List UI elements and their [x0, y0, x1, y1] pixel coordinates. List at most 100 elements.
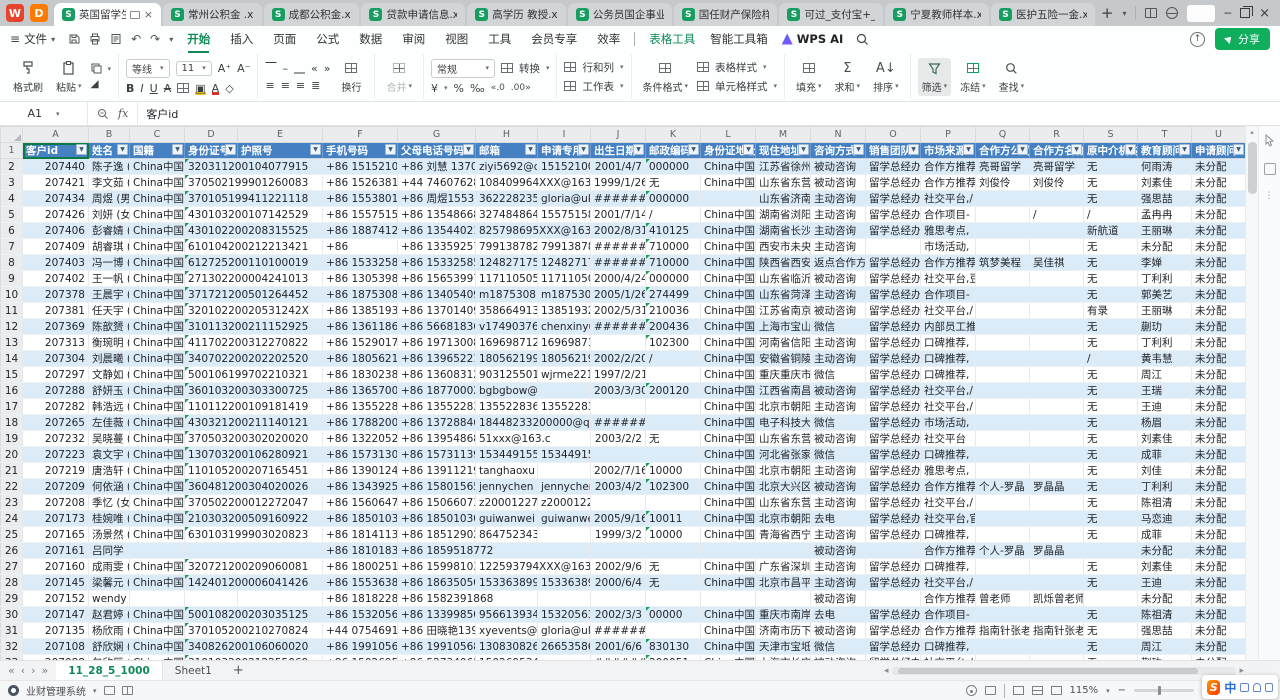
cell[interactable]: 207223	[23, 447, 89, 463]
cell[interactable]: 000000	[646, 271, 701, 287]
cell[interactable]: 主动咨询	[811, 223, 866, 239]
cell[interactable]: China中国	[130, 415, 185, 431]
align-center-icon[interactable]: ≡	[281, 79, 290, 92]
tab-table-tools[interactable]: 表格工具	[648, 27, 696, 51]
cell[interactable]	[591, 495, 646, 511]
row-header[interactable]: 23	[1, 495, 23, 511]
cell[interactable]: 社交平台,/	[921, 383, 976, 399]
cell[interactable]: 吕同学	[89, 543, 130, 559]
select-all-corner[interactable]	[1, 127, 23, 143]
cell[interactable]	[538, 543, 591, 559]
cell[interactable]: 未分配	[1192, 607, 1246, 623]
cell[interactable]: 刘晨曦 (女	[89, 351, 130, 367]
cell[interactable]: 271302200004241013	[185, 271, 323, 287]
cell[interactable]: 留学总经办	[866, 159, 921, 175]
cell[interactable]: 无	[1084, 255, 1138, 271]
cell[interactable]	[538, 527, 591, 543]
cell[interactable]: 151521001	[538, 159, 591, 175]
cell[interactable]	[976, 575, 1030, 591]
cell[interactable]: 丁利利	[1138, 479, 1192, 495]
filter-dropdown-button[interactable]: ▼	[76, 144, 87, 155]
cell[interactable]: gloria@uk	[538, 623, 591, 639]
cell[interactable]: 2002/2/20	[591, 351, 646, 367]
cell[interactable]: +86 1340540988	[398, 287, 476, 303]
cell[interactable]: China中国	[130, 287, 185, 303]
cell[interactable]: 153363899	[538, 575, 591, 591]
cell[interactable]: 刘素佳	[1138, 175, 1192, 191]
cell[interactable]: 孟冉冉	[1138, 207, 1192, 223]
cell[interactable]: 612725200110100019	[185, 255, 323, 271]
cell[interactable]: 110112200109181419	[185, 399, 323, 415]
cell[interactable]: 罗晶晶	[1030, 543, 1084, 559]
cell[interactable]: 未分配	[1192, 287, 1246, 303]
cell[interactable]: 合作方推荐	[921, 159, 976, 175]
copy-button[interactable]: ▾	[91, 63, 112, 74]
font-name-select[interactable]: 等线▾	[126, 59, 170, 78]
cell[interactable]: 留学总经办	[866, 575, 921, 591]
cell[interactable]	[756, 543, 811, 559]
cell[interactable]: 799138782	[538, 239, 591, 255]
cell[interactable]: 西安市未央	[756, 239, 811, 255]
row-header[interactable]: 21	[1, 463, 23, 479]
cell[interactable]: China中国	[701, 575, 756, 591]
cell[interactable]: 刘俊伶	[1030, 175, 1084, 191]
cell[interactable]: China中国	[130, 559, 185, 575]
cell[interactable]: 留学总经办	[866, 207, 921, 223]
filter-dropdown-button[interactable]: ▼	[1125, 144, 1136, 155]
cell[interactable]: 主动咨询	[811, 207, 866, 223]
chevron-down-icon[interactable]: ▾	[93, 687, 97, 695]
cell[interactable]: 留学总经办	[866, 639, 921, 655]
cell[interactable]: +86 15332585	[323, 255, 398, 271]
cell[interactable]: 2002/5/31	[591, 303, 646, 319]
cell[interactable]: 留学总经办	[866, 527, 921, 543]
cell[interactable]	[701, 191, 756, 207]
cell[interactable]: 主动咨询	[811, 351, 866, 367]
cell[interactable]: 合作方推荐	[921, 479, 976, 495]
cell[interactable]: 刘妍 (女)	[89, 207, 130, 223]
cell[interactable]: +86 1851290202	[398, 527, 476, 543]
cell[interactable]: 无	[1084, 527, 1138, 543]
cell[interactable]: +86 1877000215	[398, 383, 476, 399]
cell[interactable]: +86 18753080	[323, 287, 398, 303]
cell[interactable]: 135522836	[476, 399, 538, 415]
cell[interactable]: +86 18141137	[323, 527, 398, 543]
cell[interactable]	[646, 543, 701, 559]
cell[interactable]: 153449155	[538, 447, 591, 463]
cell[interactable]: 10000	[646, 463, 701, 479]
cell[interactable]: 无	[1084, 191, 1138, 207]
cell[interactable]: 微信	[811, 639, 866, 655]
cell[interactable]: 口碑推荐,	[921, 351, 976, 367]
cell[interactable]: 207219	[23, 463, 89, 479]
cell[interactable]: 马恋迪	[1138, 511, 1192, 527]
cell[interactable]: 有录	[1084, 303, 1138, 319]
vertical-scroll-thumb[interactable]	[1248, 142, 1257, 194]
cell[interactable]: 主动咨询	[811, 287, 866, 303]
cell[interactable]: 唐浩轩 (男	[89, 463, 130, 479]
cell[interactable]: 留学总经办	[866, 383, 921, 399]
cell[interactable]: 430103200107142529	[185, 207, 323, 223]
decrease-indent-icon[interactable]: «	[311, 62, 318, 75]
menu-item[interactable]: 数据	[358, 27, 383, 51]
cell[interactable]: 无	[1084, 239, 1138, 255]
zoom-slider[interactable]	[1134, 689, 1194, 692]
cell[interactable]: 筑梦美程	[976, 255, 1030, 271]
cell[interactable]	[1030, 303, 1084, 319]
cell[interactable]: 舒欣娴 (女	[89, 639, 130, 655]
col-header[interactable]: R	[1030, 127, 1084, 143]
cell[interactable]	[976, 271, 1030, 287]
cell[interactable]: 210036	[646, 303, 701, 319]
cell[interactable]: China中国	[701, 319, 756, 335]
cell[interactable]: +86 19910568	[323, 639, 398, 655]
cell[interactable]: China中国	[130, 479, 185, 495]
cell[interactable]: 左佳薇 (女	[89, 415, 130, 431]
cell[interactable]: 122593794XXX@163.	[476, 559, 591, 575]
cell[interactable]: 社交平台,豆	[921, 271, 976, 287]
cell[interactable]: +86 刘慧 137052	[398, 159, 476, 175]
cell[interactable]: 未分配	[1192, 415, 1246, 431]
cell[interactable]	[238, 591, 323, 607]
col-header[interactable]: K	[646, 127, 701, 143]
cell[interactable]	[866, 239, 921, 255]
convert-button[interactable]: 转换▾	[501, 61, 550, 76]
decrease-decimal-icon[interactable]: .00»	[511, 83, 531, 93]
eye-protection-icon[interactable]	[985, 686, 996, 695]
